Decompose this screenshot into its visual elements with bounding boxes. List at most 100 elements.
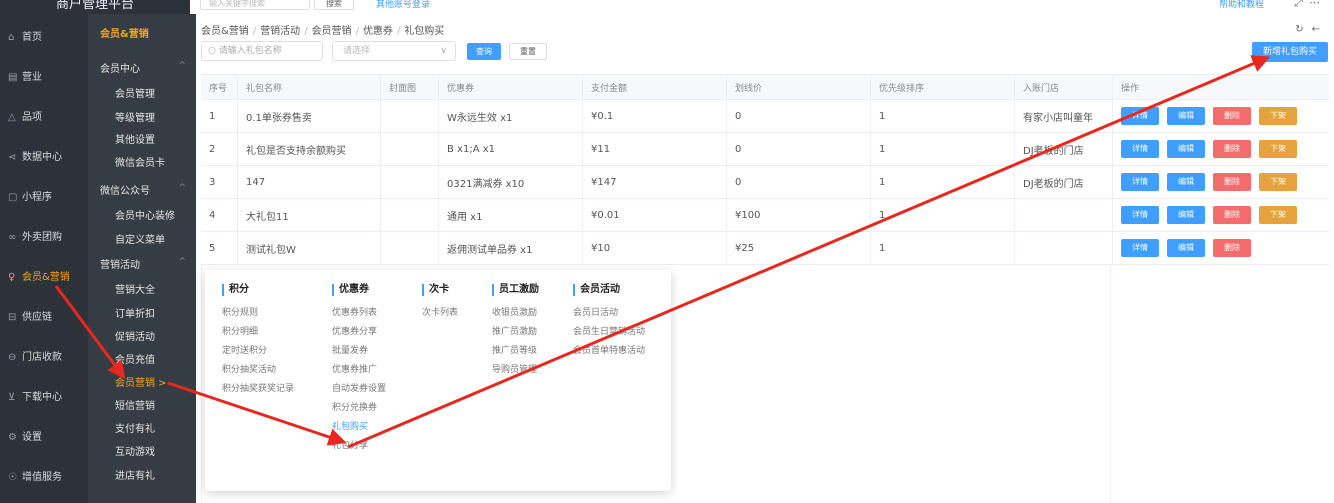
popover-item[interactable]: 会员日活动 xyxy=(573,304,645,323)
submenu-group-marketing[interactable]: 营销活动 xyxy=(100,256,140,271)
delete-button[interactable]: 删除 xyxy=(1213,107,1251,125)
delete-button[interactable]: 删除 xyxy=(1213,206,1251,224)
popover-item[interactable]: 导购员管理 xyxy=(492,361,539,380)
breadcrumb-item[interactable]: 会员&营销 xyxy=(201,26,249,37)
sidebar-item-data-center[interactable]: ⋖ 数据中心 xyxy=(0,148,88,168)
popover-item-gift-purchase[interactable]: 礼包购买 xyxy=(332,418,386,437)
submenu-item[interactable]: 会员充值 xyxy=(115,351,155,366)
popover-item[interactable]: 会员首单特惠活动 xyxy=(573,342,645,361)
business-icon: ▤ xyxy=(8,72,18,83)
popover-column-coupons: 优惠券 优惠券列表 优惠券分享 批量发券 优惠券推广 自动发券设置 积分兑换券 … xyxy=(332,284,386,456)
edit-button[interactable]: 编辑 xyxy=(1167,239,1205,257)
popover-item[interactable]: 积分规则 xyxy=(222,304,294,323)
popover-item[interactable]: 批量发券 xyxy=(332,342,386,361)
popover-column-title: 次卡 xyxy=(422,284,458,296)
submenu-item[interactable]: 会员管理 xyxy=(115,85,155,100)
popover-column-points: 积分 积分规则 积分明细 定时送积分 积分抽奖活动 积分抽奖获奖记录 xyxy=(222,284,294,399)
unlist-button[interactable]: 下架 xyxy=(1259,140,1297,158)
sidebar-item-store-cashier[interactable]: ⊖ 门店收款 xyxy=(0,348,88,368)
reset-button[interactable]: 重置 xyxy=(509,43,547,60)
unlist-button[interactable]: 下架 xyxy=(1259,173,1297,191)
store-cashier-icon: ⊖ xyxy=(8,352,17,363)
popover-item[interactable]: 推广员激励 xyxy=(492,323,539,342)
column-header: 入账门店 xyxy=(1015,75,1113,99)
delete-button[interactable]: 删除 xyxy=(1213,239,1251,257)
submenu-item[interactable]: 订单折扣 xyxy=(115,305,155,320)
unlist-button[interactable]: 下架 xyxy=(1259,107,1297,125)
submenu-item[interactable]: 支付有礼 xyxy=(115,420,155,435)
submenu-group-member-center[interactable]: 会员中心 xyxy=(100,60,140,75)
refresh-icon[interactable]: ↻← xyxy=(1295,24,1328,35)
submenu-item[interactable]: 自定义菜单 xyxy=(115,231,165,246)
submenu-header: 会员&营销 xyxy=(100,29,149,40)
popover-item[interactable]: 积分抽奖活动 xyxy=(222,361,294,380)
detail-button[interactable]: 详情 xyxy=(1121,173,1159,191)
sidebar-item-business[interactable]: ▤ 营业 xyxy=(0,68,88,88)
sidebar-item-product[interactable]: △ 品项 xyxy=(0,108,88,128)
breadcrumb-item[interactable]: 优惠券 xyxy=(363,26,393,37)
detail-button[interactable]: 详情 xyxy=(1121,206,1159,224)
delete-button[interactable]: 删除 xyxy=(1213,173,1251,191)
top-search-input[interactable]: 输入关键字搜索 xyxy=(200,0,310,10)
sidebar-item-member-marketing[interactable]: ♀ 会员&营销 xyxy=(0,268,88,288)
add-gift-purchase-button[interactable]: 新增礼包购买 xyxy=(1252,42,1328,62)
sidebar-item-supply-chain[interactable]: ⊟ 供应链 xyxy=(0,308,88,328)
popover-item[interactable]: 积分明细 xyxy=(222,323,294,342)
popover-item[interactable]: 次卡列表 xyxy=(422,304,458,323)
submenu-item[interactable]: 营销大全 xyxy=(115,281,155,296)
other-account-link[interactable]: 其他账号登录 xyxy=(376,0,430,10)
submenu-group-wechat[interactable]: 微信公众号 xyxy=(100,182,150,197)
popover-item[interactable]: 优惠券分享 xyxy=(332,323,386,342)
popover-item[interactable]: 推广员等级 xyxy=(492,342,539,361)
detail-button[interactable]: 详情 xyxy=(1121,140,1159,158)
sidebar-item-download[interactable]: ⊻ 下载中心 xyxy=(0,388,88,408)
submenu-item[interactable]: 微信会员卡 xyxy=(115,154,165,169)
table-row: 5 测试礼包W 返佣测试单品券 x1 ¥10 ¥25 1 详情 编辑 删除 xyxy=(201,232,1329,265)
sidebar-item-home[interactable]: ⌂ 首页 xyxy=(0,28,88,48)
search-icon: ○ xyxy=(208,46,219,56)
detail-button[interactable]: 详情 xyxy=(1121,239,1159,257)
edit-button[interactable]: 编辑 xyxy=(1167,173,1205,191)
popover-item[interactable]: 积分抽奖获奖记录 xyxy=(222,380,294,399)
help-link[interactable]: 帮助和教程 xyxy=(1219,0,1264,10)
submenu-item[interactable]: 其他设置 xyxy=(115,131,155,146)
edit-button[interactable]: 编辑 xyxy=(1167,206,1205,224)
delete-button[interactable]: 删除 xyxy=(1213,140,1251,158)
main-sidebar: ⌂ 首页 ▤ 营业 △ 品项 ⋖ 数据中心 ▢ 小程序 ∞ 外卖团购 ♀ 会员&营销 ⊟ 供应链… xyxy=(0,14,88,503)
submenu-item[interactable]: 短信营销 xyxy=(115,397,155,412)
submenu-item-member-marketing[interactable]: 会员营销 > xyxy=(115,374,167,389)
popover-item[interactable]: 礼包分享 xyxy=(332,437,386,456)
popover-item[interactable]: 会员生日营销活动 xyxy=(573,323,645,342)
submenu-item[interactable]: 会员中心装修 xyxy=(115,207,175,222)
cover-image xyxy=(381,100,439,132)
edit-button[interactable]: 编辑 xyxy=(1167,107,1205,125)
member-marketing-popover: 积分 积分规则 积分明细 定时送积分 积分抽奖活动 积分抽奖获奖记录 优惠券 优… xyxy=(205,270,671,491)
value-added-icon: ☉ xyxy=(8,472,17,483)
sidebar-item-miniprogram[interactable]: ▢ 小程序 xyxy=(0,188,88,208)
popover-item[interactable]: 积分兑换券 xyxy=(332,399,386,418)
status-select[interactable]: 请选择 ∨ xyxy=(332,41,456,61)
gift-name-search-input[interactable]: ○ 请输入礼包名称 xyxy=(201,41,323,61)
popover-item[interactable]: 定时送积分 xyxy=(222,342,294,361)
popover-item[interactable]: 优惠券列表 xyxy=(332,304,386,323)
sidebar-item-value-added[interactable]: ☉ 增值服务 xyxy=(0,468,88,488)
submenu-item[interactable]: 进店有礼 xyxy=(115,467,155,482)
unlist-button[interactable]: 下架 xyxy=(1259,206,1297,224)
fullscreen-icon[interactable]: ⤢⋯ xyxy=(1294,0,1326,10)
sidebar-item-settings[interactable]: ⚙ 设置 xyxy=(0,428,88,448)
query-button[interactable]: 查询 xyxy=(467,43,501,60)
detail-button[interactable]: 详情 xyxy=(1121,107,1159,125)
submenu-item[interactable]: 等级管理 xyxy=(115,109,155,124)
submenu-item[interactable]: 互动游戏 xyxy=(115,443,155,458)
column-header: 操作 xyxy=(1121,83,1140,94)
top-search-button[interactable]: 搜索 xyxy=(314,0,354,10)
sidebar-item-takeout[interactable]: ∞ 外卖团购 xyxy=(0,228,88,248)
popover-item[interactable]: 收银员激励 xyxy=(492,304,539,323)
breadcrumb-item[interactable]: 会员营销 xyxy=(312,26,352,37)
popover-item[interactable]: 优惠券推广 xyxy=(332,361,386,380)
popover-item[interactable]: 自动发券设置 xyxy=(332,380,386,399)
edit-button[interactable]: 编辑 xyxy=(1167,140,1205,158)
submenu-item[interactable]: 促销活动 xyxy=(115,328,155,343)
chevron-up-icon: ^ xyxy=(178,183,186,193)
breadcrumb-item[interactable]: 营销活动 xyxy=(260,26,300,37)
